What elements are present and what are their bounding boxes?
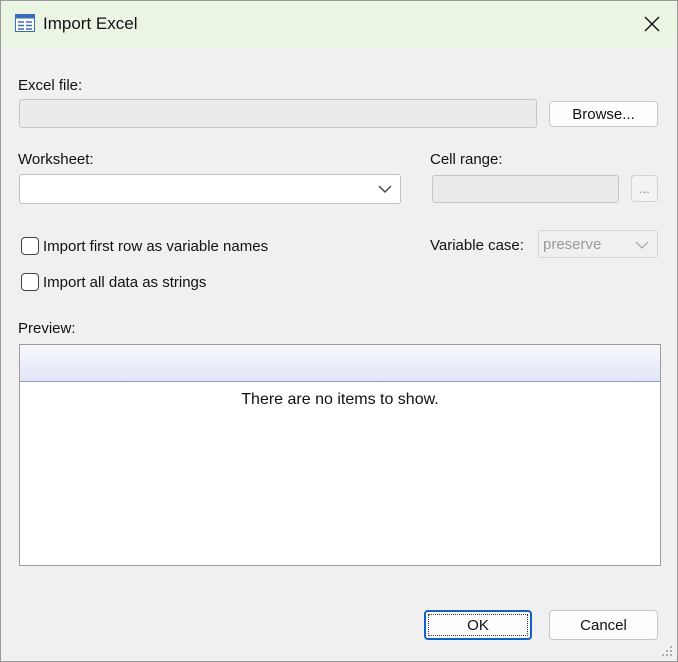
import-excel-dialog: Import Excel Excel file: Browse... Works… bbox=[0, 0, 678, 662]
title-bar: Import Excel bbox=[1, 1, 677, 47]
first-row-names-label: Import first row as variable names bbox=[43, 238, 269, 255]
worksheet-label: Worksheet: bbox=[18, 151, 94, 168]
table-window-icon bbox=[15, 14, 35, 32]
all-strings-label: Import all data as strings bbox=[43, 274, 207, 291]
excel-file-input[interactable] bbox=[19, 99, 537, 128]
cancel-button[interactable]: Cancel bbox=[549, 610, 658, 640]
first-row-names-checkbox[interactable] bbox=[21, 237, 39, 255]
chevron-down-icon bbox=[378, 185, 392, 193]
preview-empty-message: There are no items to show. bbox=[241, 391, 439, 408]
browse-button[interactable]: Browse... bbox=[549, 101, 658, 127]
preview-column-header bbox=[20, 345, 660, 382]
chevron-down-icon bbox=[635, 241, 649, 249]
resize-grip-icon[interactable] bbox=[661, 645, 673, 657]
preview-list[interactable]: There are no items to show. bbox=[19, 344, 661, 566]
excel-file-label: Excel file: bbox=[18, 77, 83, 94]
close-icon bbox=[644, 16, 660, 32]
all-strings-checkbox[interactable] bbox=[21, 273, 39, 291]
window-title: Import Excel bbox=[43, 14, 138, 33]
variable-case-label: Variable case: bbox=[430, 237, 524, 254]
worksheet-dropdown[interactable] bbox=[19, 174, 401, 204]
cell-range-picker-button[interactable]: ... bbox=[631, 175, 658, 202]
close-button[interactable] bbox=[627, 1, 677, 47]
preview-label: Preview: bbox=[18, 320, 76, 337]
variable-case-value: preserve bbox=[543, 236, 602, 253]
ok-button-label: OK bbox=[428, 614, 528, 636]
ok-button[interactable]: OK bbox=[424, 610, 532, 640]
cell-range-input[interactable] bbox=[432, 175, 619, 203]
cell-range-label: Cell range: bbox=[430, 151, 503, 168]
variable-case-dropdown[interactable]: preserve bbox=[538, 230, 658, 258]
